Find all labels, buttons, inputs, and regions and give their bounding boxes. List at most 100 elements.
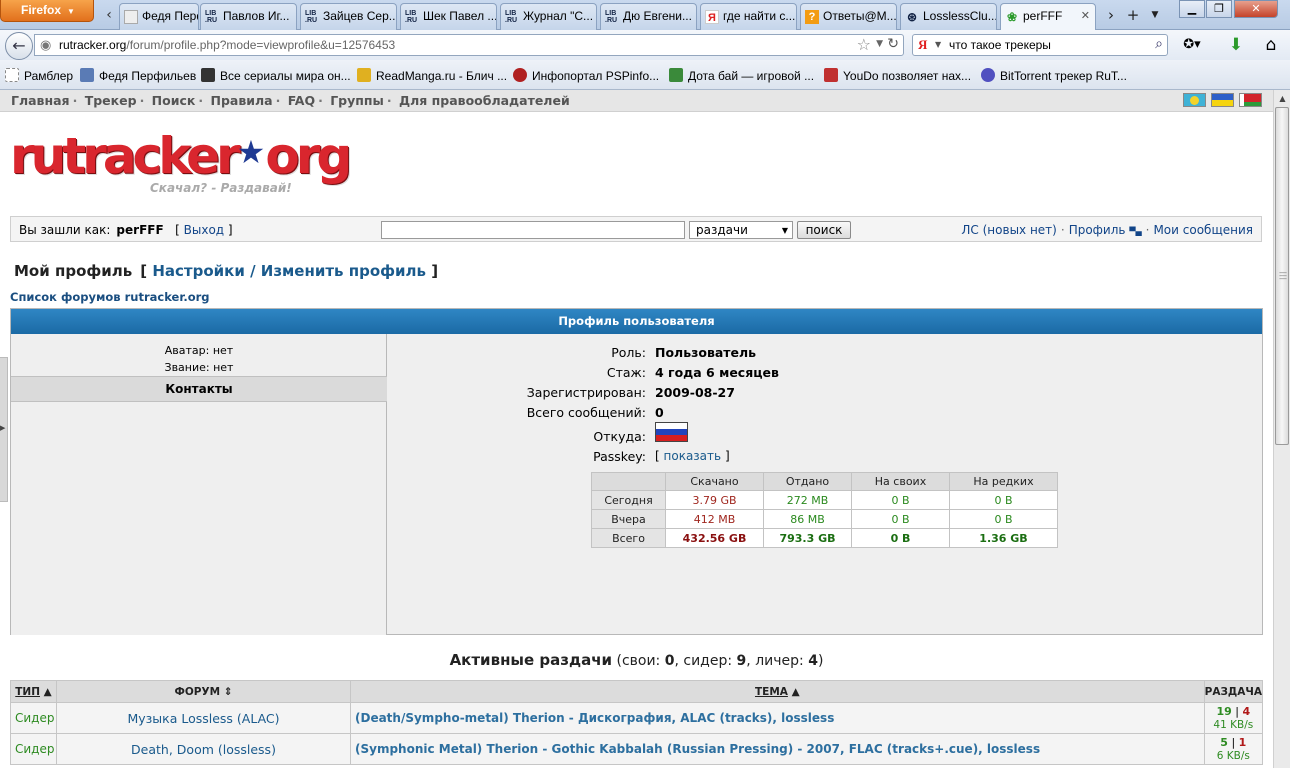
url-bar[interactable]: ◉ rutracker.org/forum/profile.php?mode=v… bbox=[34, 34, 904, 56]
nav-rules-link[interactable]: Правила bbox=[210, 93, 272, 108]
pm-link[interactable]: ЛС (новых нет) bbox=[961, 223, 1056, 237]
tab-label: Федя Перф... bbox=[142, 9, 198, 23]
ukraine-flag-icon[interactable] bbox=[1211, 93, 1234, 107]
web-page: Главная · Трекер · Поиск · Правила · FAQ · Гр… bbox=[0, 90, 1273, 768]
bookmark-label: Дота бай — игровой ... bbox=[688, 69, 815, 83]
vertical-scrollbar[interactable]: ▲ — — — bbox=[1273, 90, 1290, 768]
new-tab-icon[interactable]: + bbox=[1122, 4, 1144, 26]
torrent-type: Сидер bbox=[10, 702, 57, 734]
seed-count: 9 bbox=[736, 653, 747, 669]
bookmark-star-icon[interactable]: ☆ bbox=[857, 35, 871, 54]
home-icon[interactable]: ⌂ bbox=[1259, 34, 1283, 56]
tab[interactable]: LIB .RU Павлов Иг... bbox=[200, 3, 297, 30]
search-icon[interactable]: ⌕ bbox=[1155, 36, 1163, 52]
film-icon bbox=[201, 68, 215, 82]
window-close-icon[interactable]: ✕ bbox=[1234, 0, 1278, 18]
download-arrow-icon[interactable]: ⬇ bbox=[1224, 34, 1248, 56]
forum-list-link[interactable]: Список форумов rutracker.org bbox=[10, 290, 210, 304]
lib-ru-icon: LIB .RU bbox=[505, 10, 518, 24]
tab-scroll-left-icon[interactable]: ‹ bbox=[100, 4, 118, 26]
rutracker-logo[interactable]: rutracker★org Скачал? - Раздавай! bbox=[10, 127, 352, 200]
tab[interactable]: LIB .RU Шек Павел ... bbox=[400, 3, 497, 30]
torrent-topic-link[interactable]: (Death/Sympho-metal) Therion - Дискограф… bbox=[350, 702, 1205, 734]
my-posts-link[interactable]: Мои сообщения bbox=[1153, 223, 1253, 237]
history-dropdown-icon[interactable]: ▼ bbox=[876, 39, 883, 49]
rutracker-icon: ❀ bbox=[1006, 10, 1018, 24]
star-icon: ★ bbox=[236, 133, 266, 171]
list-tabs-icon[interactable]: ▼ bbox=[1144, 4, 1166, 26]
profile-link[interactable]: Профиль bbox=[1069, 223, 1126, 237]
tab[interactable]: ? Ответы@М... bbox=[800, 3, 897, 30]
tab[interactable]: ⊛ LosslessClu... bbox=[900, 3, 997, 30]
kazakhstan-flag-icon[interactable] bbox=[1183, 93, 1206, 107]
tab-favicon-icon bbox=[124, 10, 138, 24]
bookmark-item[interactable]: Все сериалы мира он... bbox=[201, 68, 351, 83]
yandex-search-icon[interactable]: Я bbox=[918, 37, 927, 53]
link-separator: · bbox=[1060, 223, 1065, 237]
belarus-flag-icon[interactable] bbox=[1239, 93, 1262, 107]
nav-groups-link[interactable]: Группы bbox=[330, 93, 384, 108]
bookmark-item[interactable]: Дота бай — игровой ... bbox=[669, 68, 814, 83]
sidebar-toggle-handle[interactable]: ▶ bbox=[0, 357, 8, 502]
search-button[interactable]: поиск bbox=[797, 221, 851, 239]
maximize-icon[interactable]: ❐ bbox=[1206, 0, 1232, 18]
bookmark-item[interactable]: Федя Перфильев bbox=[80, 68, 196, 83]
tab-active[interactable]: ❀ perFFF ✕ bbox=[1000, 3, 1096, 31]
torrent-forum-link[interactable]: Музыка Lossless (ALAC) bbox=[56, 702, 351, 734]
torrent-type: Сидер bbox=[10, 733, 57, 765]
bookmark-item[interactable]: YouDo позволяет нах... bbox=[824, 68, 971, 83]
bookmark-item[interactable]: BitTorrent трекер RuT... bbox=[981, 68, 1127, 83]
bookmark-label: BitTorrent трекер RuT... bbox=[1000, 69, 1127, 83]
settings-link[interactable]: Настройки / Изменить профиль bbox=[152, 262, 426, 280]
bookmark-item[interactable]: ReadManga.ru - Блич ... bbox=[357, 68, 507, 83]
stats-rare: 1.36 GB bbox=[979, 531, 1028, 545]
bookmark-item[interactable]: Инфопортал PSPinfo... bbox=[513, 68, 659, 83]
active-torrents-title: Активные раздачи (свои: 0, сидер: 9, лич… bbox=[449, 651, 824, 669]
field-value: 2009-08-27 bbox=[655, 385, 735, 400]
nav-faq-link[interactable]: FAQ bbox=[288, 93, 315, 108]
rank-line: Звание: нет bbox=[164, 361, 234, 374]
reload-icon[interactable]: ↻ bbox=[887, 36, 899, 52]
search-bar[interactable]: Я ▼ что такое трекеры ⌕ bbox=[912, 34, 1168, 56]
sort-type-header[interactable]: ТИП ▲ bbox=[10, 680, 57, 703]
bracket-open: [ bbox=[175, 223, 180, 237]
url-text: rutracker.org/forum/profile.php?mode=vie… bbox=[59, 38, 395, 52]
tab[interactable]: Ягде найти с... bbox=[700, 3, 797, 30]
scrollbar-thumb[interactable]: — — — bbox=[1275, 107, 1289, 445]
sort-topic-header[interactable]: ТЕМА ▲ bbox=[350, 680, 1205, 703]
tab[interactable]: LIB .RU Журнал "С... bbox=[500, 3, 597, 30]
tab-label: где найти с... bbox=[723, 9, 796, 23]
contacts-header: Контакты bbox=[11, 376, 387, 402]
nav-tracker-link[interactable]: Трекер bbox=[85, 93, 137, 108]
show-passkey-link[interactable]: показать bbox=[664, 449, 722, 463]
stats-rare: 0 B bbox=[949, 509, 1058, 529]
stats-uploaded: 793.3 GB bbox=[779, 531, 836, 545]
tab[interactable]: Федя Перф... bbox=[119, 3, 199, 30]
logout-link[interactable]: Выход bbox=[184, 223, 224, 237]
tab[interactable]: LIB .RU Зайцев Сер... bbox=[300, 3, 397, 30]
stats-rare: 0 B bbox=[949, 490, 1058, 510]
minimize-icon[interactable]: ▁ bbox=[1179, 0, 1205, 18]
firefox-menu-button[interactable]: Firefox ▼ bbox=[0, 0, 94, 22]
back-arrow-icon[interactable]: ← bbox=[5, 32, 33, 60]
bookmark-item[interactable]: Рамблер bbox=[5, 68, 73, 83]
close-tab-icon[interactable]: ✕ bbox=[1081, 9, 1090, 22]
search-category-select[interactable]: раздачи ▼ bbox=[689, 221, 793, 239]
bookmarks-menu-icon[interactable]: ✪▾ bbox=[1180, 34, 1204, 56]
search-engine-dropdown-icon[interactable]: ▼ bbox=[935, 40, 941, 49]
nav-search-link[interactable]: Поиск bbox=[152, 93, 196, 108]
lib-ru-icon: LIB .RU bbox=[205, 10, 218, 24]
torrent-forum-link[interactable]: Death, Doom (lossless) bbox=[56, 733, 351, 765]
profile-menu-icon[interactable]: ▀▄ bbox=[1129, 227, 1141, 236]
tab-scroll-right-icon[interactable]: › bbox=[1100, 4, 1122, 26]
nav-copyright-link[interactable]: Для правообладателей bbox=[399, 93, 570, 108]
scroll-up-icon[interactable]: ▲ bbox=[1274, 90, 1290, 107]
sort-forum-header[interactable]: ФОРУМ ⇕ bbox=[56, 680, 351, 703]
header-forum-label: ФОРУМ bbox=[174, 685, 221, 698]
tab[interactable]: LIB .RU Дю Евгени... bbox=[600, 3, 697, 30]
nav-home-link[interactable]: Главная bbox=[11, 93, 70, 108]
stats-row-label: Сегодня bbox=[591, 490, 666, 510]
tab-label: LosslessClu... bbox=[923, 9, 997, 23]
site-search-input[interactable] bbox=[381, 221, 685, 239]
torrent-topic-link[interactable]: (Symphonic Metal) Therion - Gothic Kabba… bbox=[350, 733, 1205, 765]
